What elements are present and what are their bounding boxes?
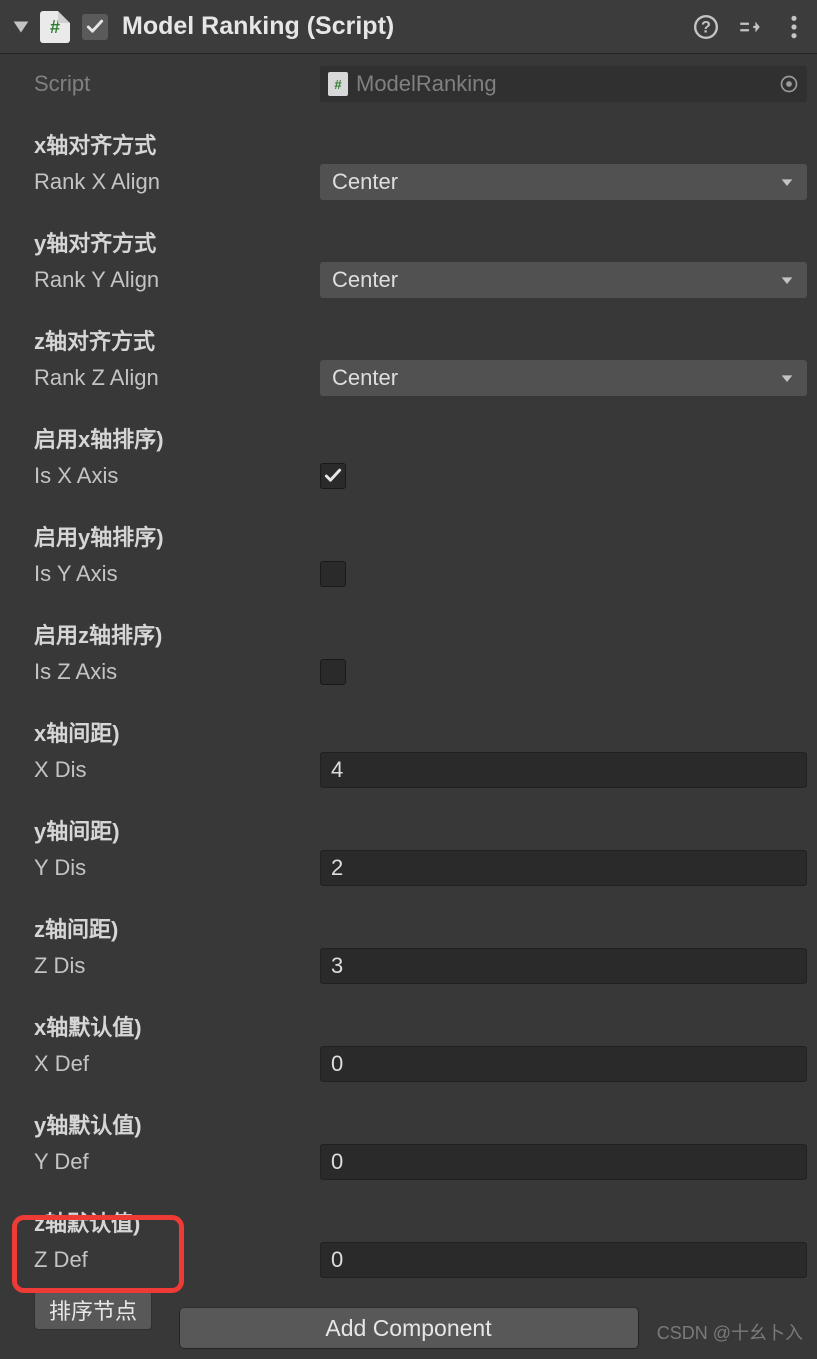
y-align-group-label: y轴对齐方式 (10, 226, 320, 258)
kebab-menu-icon[interactable] (781, 14, 807, 40)
rank-y-align-row: Rank Y Align Center (10, 262, 807, 298)
help-icon[interactable]: ? (693, 14, 719, 40)
is-x-axis-label: Is X Axis (10, 463, 320, 489)
y-dis-input[interactable] (320, 850, 807, 886)
rank-x-align-row: Rank X Align Center (10, 164, 807, 200)
is-x-axis-checkbox[interactable] (320, 463, 346, 489)
is-z-group-label: 启用z轴排序) (10, 618, 320, 650)
z-def-row: Z Def (10, 1242, 807, 1278)
component-header: # Model Ranking (Script) ? (0, 0, 817, 54)
script-field-row: Script # ModelRanking (10, 66, 807, 102)
y-dis-label: Y Dis (10, 855, 320, 881)
z-dis-input[interactable] (320, 948, 807, 984)
rank-z-align-value: Center (332, 365, 398, 391)
rank-x-align-label: Rank X Align (10, 169, 320, 195)
z-def-input[interactable] (320, 1242, 807, 1278)
chevron-down-icon (779, 174, 795, 190)
is-y-axis-label: Is Y Axis (10, 561, 320, 587)
svg-text:?: ? (701, 18, 711, 36)
is-y-axis-row: Is Y Axis (10, 556, 807, 592)
rank-y-align-label: Rank Y Align (10, 267, 320, 293)
add-component-button[interactable]: Add Component (179, 1307, 639, 1349)
z-dis-row: Z Dis (10, 948, 807, 984)
rank-y-align-dropdown[interactable]: Center (320, 262, 807, 298)
add-component-area: Add Component (0, 1307, 817, 1349)
y-def-row: Y Def (10, 1144, 807, 1180)
script-object-icon: # (328, 72, 348, 96)
rank-z-align-label: Rank Z Align (10, 365, 320, 391)
x-dis-label: X Dis (10, 757, 320, 783)
x-dis-row: X Dis (10, 752, 807, 788)
component-title: Model Ranking (Script) (122, 12, 675, 41)
z-def-label: Z Def (10, 1247, 320, 1273)
component-enabled-checkbox[interactable] (82, 14, 108, 40)
script-value: ModelRanking (356, 71, 497, 97)
z-def-group-label: z轴默认值) (10, 1206, 320, 1238)
rank-y-align-value: Center (332, 267, 398, 293)
y-def-group-label: y轴默认值) (10, 1108, 320, 1140)
z-align-group-label: z轴对齐方式 (10, 324, 320, 356)
script-object-field: # ModelRanking (320, 66, 807, 102)
y-def-label: Y Def (10, 1149, 320, 1175)
x-def-group-label: x轴默认值) (10, 1010, 320, 1042)
x-def-input[interactable] (320, 1046, 807, 1082)
rank-z-align-row: Rank Z Align Center (10, 360, 807, 396)
rank-z-align-dropdown[interactable]: Center (320, 360, 807, 396)
is-y-group-label: 启用y轴排序) (10, 520, 320, 552)
y-dis-row: Y Dis (10, 850, 807, 886)
is-z-axis-checkbox[interactable] (320, 659, 346, 685)
rank-x-align-dropdown[interactable]: Center (320, 164, 807, 200)
x-align-group-label: x轴对齐方式 (10, 128, 320, 160)
script-file-icon: # (40, 11, 70, 43)
chevron-down-icon (779, 370, 795, 386)
script-label: Script (10, 71, 320, 97)
is-z-axis-label: Is Z Axis (10, 659, 320, 685)
rank-x-align-value: Center (332, 169, 398, 195)
object-picker-icon[interactable] (779, 74, 799, 94)
x-def-row: X Def (10, 1046, 807, 1082)
z-dis-group-label: z轴间距) (10, 912, 320, 944)
y-def-input[interactable] (320, 1144, 807, 1180)
x-def-label: X Def (10, 1051, 320, 1077)
component-body: Script # ModelRanking x轴对齐方式 Rank X Alig… (0, 54, 817, 1330)
foldout-triangle-icon[interactable] (10, 16, 32, 38)
is-x-axis-row: Is X Axis (10, 458, 807, 494)
x-dis-group-label: x轴间距) (10, 716, 320, 748)
z-dis-label: Z Dis (10, 953, 320, 979)
is-z-axis-row: Is Z Axis (10, 654, 807, 690)
x-dis-input[interactable] (320, 752, 807, 788)
chevron-down-icon (779, 272, 795, 288)
is-y-axis-checkbox[interactable] (320, 561, 346, 587)
is-x-group-label: 启用x轴排序) (10, 422, 320, 454)
y-dis-group-label: y轴间距) (10, 814, 320, 846)
preset-icon[interactable] (737, 14, 763, 40)
